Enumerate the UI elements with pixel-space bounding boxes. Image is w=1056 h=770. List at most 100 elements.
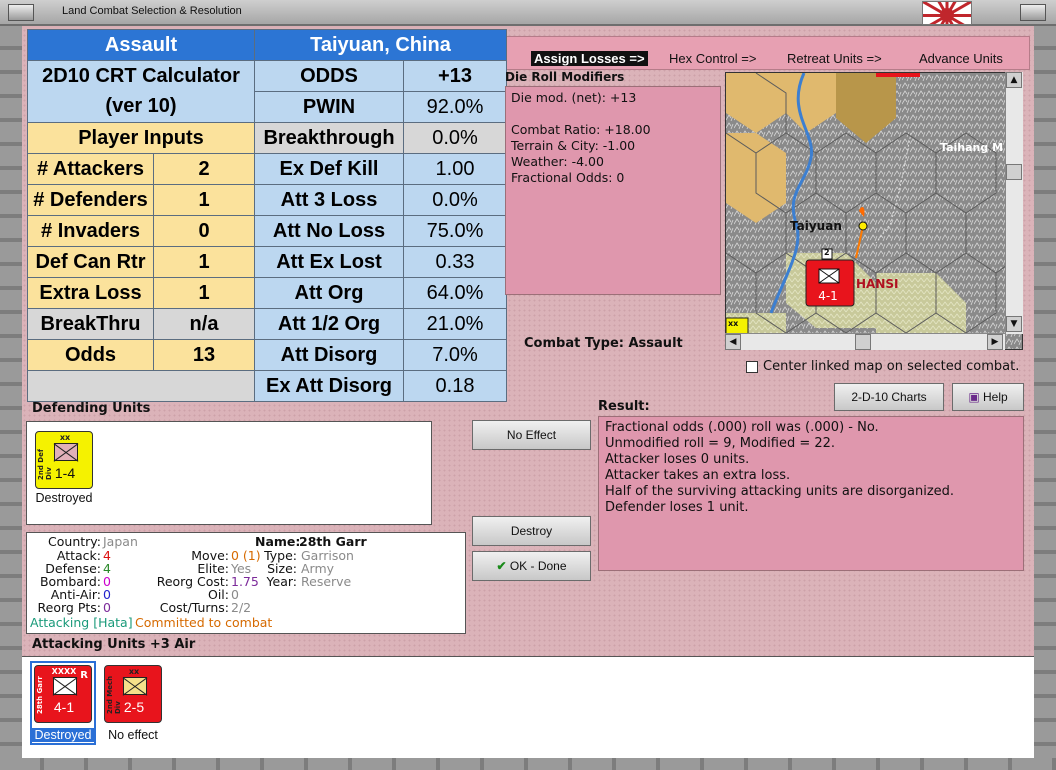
map-counter-value: 4-1 <box>818 289 838 303</box>
drm-line: Terrain & City: -1.00 <box>511 138 636 153</box>
crt-input-value: 13 <box>153 339 255 371</box>
result-line: Half of the surviving attacking units ar… <box>605 484 955 499</box>
crt-result-label: Ex Att Disorg <box>254 370 404 402</box>
crt-result-label: Att Org <box>254 277 404 309</box>
scroll-left-icon[interactable]: ◀ <box>725 334 741 350</box>
info-value: Reserve <box>301 574 352 589</box>
crt-calc-version: (ver 10) <box>27 91 255 123</box>
crt-result-value: 75.0% <box>403 215 507 247</box>
info-key: Country: <box>48 534 101 549</box>
die-roll-modifiers-box: Die mod. (net): +13 Combat Ratio: +18.00… <box>505 86 721 295</box>
die-roll-modifiers-title: Die Roll Modifiers <box>505 70 625 84</box>
counter-value: 2-5 <box>123 699 145 715</box>
counter-reserve: R <box>80 670 88 681</box>
crt-result-value: 0.0% <box>403 184 507 216</box>
map-horizontal-scrollbar[interactable]: ◀ ▶ <box>725 333 1005 350</box>
title-bar[interactable]: Land Combat Selection & Resolution <box>0 0 1056 26</box>
defender-status: Destroyed <box>35 491 93 505</box>
crt-result-label: PWIN <box>254 91 404 123</box>
destroy-button[interactable]: Destroy <box>472 516 591 546</box>
drm-line: Die mod. (net): +13 <box>511 90 637 105</box>
crt-calculator-table: Assault Taiyuan, China 2D10 CRT Calculat… <box>27 29 507 402</box>
crt-result-value: 0.0% <box>403 122 507 154</box>
crt-result-label: Ex Def Kill <box>254 153 404 185</box>
scroll-thumb[interactable] <box>855 334 871 350</box>
crt-result-value: +13 <box>403 60 507 92</box>
right-frame <box>1034 26 1056 770</box>
bottom-frame <box>0 758 1056 770</box>
crt-result-value: 21.0% <box>403 308 507 340</box>
info-value: 2/2 <box>231 600 252 615</box>
mech-symbol-icon <box>123 677 147 695</box>
scroll-up-icon[interactable]: ▲ <box>1006 72 1022 88</box>
crt-input-label: # Invaders <box>27 215 154 247</box>
result-title: Result: <box>598 399 650 414</box>
drm-line: Combat Ratio: +18.00 <box>511 122 651 137</box>
linked-map[interactable]: Taiyuan HANSI Taihang M 4-1 2 xx <box>725 72 1023 350</box>
crt-input-value[interactable]: 1 <box>153 277 255 309</box>
ok-done-button[interactable]: ✔ OK - Done <box>472 551 591 581</box>
crt-input-value[interactable]: 1 <box>153 246 255 278</box>
crt-result-label: Att 1/2 Org <box>254 308 404 340</box>
crt-result-value: 1.00 <box>403 153 507 185</box>
result-line: Attacker takes an extra loss. <box>605 468 791 483</box>
map-stack-count: 2 <box>824 248 830 257</box>
map-terrain <box>726 73 1022 349</box>
nav-hex-control[interactable]: Hex Control => <box>669 51 756 66</box>
drm-line: Fractional Odds: 0 <box>511 170 625 185</box>
crt-result-label: Att Disorg <box>254 339 404 371</box>
crt-empty-cell <box>27 370 255 402</box>
nav-advance-units[interactable]: Advance Units <box>919 51 1003 66</box>
scroll-right-icon[interactable]: ▶ <box>987 334 1003 350</box>
scroll-down-icon[interactable]: ▼ <box>1006 316 1022 332</box>
nav-assign-losses[interactable]: Assign Losses => <box>531 51 648 66</box>
phase-nav: Assign Losses => Hex Control => Retreat … <box>504 36 1030 70</box>
attacker-counter[interactable]: XXXX R 28th Garr 4-1 <box>34 665 92 723</box>
drm-line <box>511 106 715 122</box>
crt-input-value[interactable]: 2 <box>153 153 255 185</box>
unit-counter-edge <box>876 73 920 77</box>
result-line: Attacker loses 0 units. <box>605 452 750 467</box>
crt-input-value[interactable]: 0 <box>153 215 255 247</box>
unit-info-box: Country: Japan Attack: 4 Defense: 4 Bomb… <box>26 532 466 634</box>
help-label: Help <box>982 390 1008 404</box>
result-line: Unmodified roll = 9, Modified = 22. <box>605 436 836 451</box>
drm-line: Weather: -4.00 <box>511 154 604 169</box>
garrison-symbol-icon <box>53 677 77 695</box>
help-book-icon: ▣ <box>968 390 983 404</box>
scroll-thumb[interactable] <box>1006 164 1022 180</box>
combat-type: Combat Type: Assault <box>524 336 683 351</box>
info-key: Year: <box>266 574 297 589</box>
result-line: Defender loses 1 unit. <box>605 500 749 515</box>
map-vertical-scrollbar[interactable]: ▲ ▼ <box>1005 72 1023 334</box>
result-box: Fractional odds (.000) roll was (.000) -… <box>598 416 1024 571</box>
info-committed-status: Committed to combat <box>135 615 273 630</box>
center-linked-map-label: Center linked map on selected combat. <box>763 359 1020 374</box>
info-attacking-status: Attacking [Hata] <box>30 615 133 630</box>
japan-flag-icon <box>922 1 972 25</box>
nav-retreat-units[interactable]: Retreat Units => <box>787 51 882 66</box>
combat-type-label: Combat Type: <box>524 336 624 351</box>
checkmark-icon: ✔ <box>496 559 510 573</box>
combat-type-value: Assault <box>628 336 683 351</box>
crt-result-label: Att 3 Loss <box>254 184 404 216</box>
crt-assault-header: Assault <box>27 29 255 61</box>
combat-window: Land Combat Selection & Resolution Assig… <box>0 0 1056 770</box>
attacking-units-box: XXXX R 28th Garr 4-1 Destroyed xx 2nd Me… <box>22 656 1034 758</box>
attacker-counter[interactable]: xx 2nd Mech Div 2-5 <box>104 665 162 723</box>
no-effect-button[interactable]: No Effect <box>472 420 591 450</box>
counter-value: 1-4 <box>54 465 76 481</box>
help-button[interactable]: ▣ Help <box>952 383 1024 411</box>
attacker-status: No effect <box>108 728 158 742</box>
center-linked-map-checkbox[interactable] <box>746 361 758 373</box>
crt-input-label: BreakThru <box>27 308 154 340</box>
info-value: Japan <box>103 534 138 549</box>
defender-counter[interactable]: xx 2nd Def Div 1-4 <box>35 431 93 489</box>
crt-input-value[interactable]: 1 <box>153 184 255 216</box>
close-button[interactable] <box>1020 4 1046 21</box>
crt-calc-title: 2D10 CRT Calculator <box>27 60 255 92</box>
counter-value: 4-1 <box>53 699 75 715</box>
charts-button[interactable]: 2-D-10 Charts <box>834 383 944 411</box>
defending-units-box: xx 2nd Def Div 1-4 Destroyed <box>26 421 432 525</box>
system-menu-button[interactable] <box>8 4 34 21</box>
